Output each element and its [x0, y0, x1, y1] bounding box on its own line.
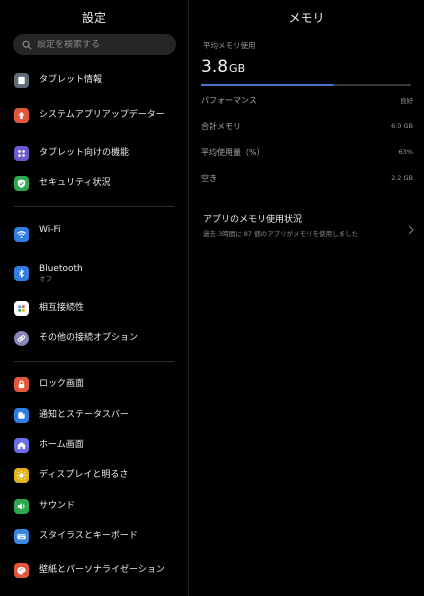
search-icon: [22, 35, 32, 54]
stat-value: 63%: [398, 148, 413, 156]
menu-item-label: ホーム画面: [39, 440, 84, 450]
menu-item-sound[interactable]: サウンド: [14, 494, 184, 518]
menu-item-other-connections[interactable]: その他の接続オプション: [14, 326, 184, 350]
menu-item-label: 壁紙とパーソナライゼーション: [39, 564, 165, 575]
memory-detail-pane: メモリ 平均メモリ使用 3.8GB パフォーマンス 良好 合計メモリ 6.0 G…: [189, 0, 424, 596]
chevron-right-icon: [407, 220, 415, 235]
menu-item-home-screen[interactable]: ホーム画面: [14, 433, 184, 457]
avg-memory-number: 3.8: [201, 57, 229, 77]
speaker-icon: [14, 498, 29, 514]
avg-memory-unit: GB: [229, 62, 246, 75]
app-memory-usage-item[interactable]: アプリのメモリ使用状況 過去 3時間に 87 個のアプリがメモリを使用しました: [203, 212, 415, 242]
memory-usage-bar-fill: [201, 84, 334, 86]
menu-item-stylus-keyboard[interactable]: スタイラスとキーボード: [14, 524, 184, 548]
avg-memory-label: 平均メモリ使用: [203, 41, 256, 50]
menu-item-label: タブレット向けの機能: [39, 148, 130, 158]
app-memory-usage-subtitle: 過去 3時間に 87 個のアプリがメモリを使用しました: [203, 230, 359, 238]
wifi-status: ·: [39, 235, 42, 244]
stat-row-avg-usage: 平均使用量（%） 63%: [201, 145, 413, 159]
menu-item-tablet-features[interactable]: タブレット向けの機能: [14, 141, 184, 165]
section-divider: [14, 361, 174, 362]
menu-item-label: タブレット情報: [39, 75, 103, 85]
menu-item-wifi[interactable]: Wi-Fi ·: [14, 220, 184, 248]
menu-item-label: 相互接続性: [39, 303, 85, 313]
bell-icon: [14, 407, 29, 423]
bluetooth-icon: [14, 265, 29, 281]
stat-row-performance: パフォーマンス 良好: [201, 93, 413, 107]
link-icon: [14, 330, 29, 346]
memory-usage-bar: [201, 84, 411, 86]
search-input[interactable]: [37, 39, 167, 50]
section-divider: [14, 206, 174, 207]
menu-item-lock-screen[interactable]: ロック画面: [14, 372, 184, 396]
menu-item-label: ディスプレイと明るさ: [39, 470, 129, 480]
stat-label: 空き: [201, 173, 217, 183]
menu-item-label: サウンド: [39, 501, 76, 511]
menu-item-system-update[interactable]: システムアプリアップデーター: [14, 98, 184, 132]
bluetooth-status: オフ: [39, 274, 52, 283]
wifi-icon: [14, 226, 29, 242]
stat-value: 6.0 GB: [391, 122, 413, 130]
stat-value: 2.2 GB: [391, 174, 413, 182]
menu-item-label: その他の接続オプション: [39, 333, 139, 343]
palette-icon: [14, 562, 29, 578]
shield-icon: [14, 175, 29, 191]
menu-item-bluetooth[interactable]: Bluetooth オフ: [14, 259, 184, 287]
lock-icon: [14, 376, 29, 392]
menu-item-label: セキュリティ状況: [39, 178, 111, 188]
stat-row-total-memory: 合計メモリ 6.0 GB: [201, 119, 413, 133]
memory-title: メモリ: [288, 11, 325, 25]
dots-icon: [14, 300, 29, 316]
stat-label: 合計メモリ: [201, 121, 241, 131]
menu-item-security[interactable]: セキュリティ状況: [14, 171, 184, 195]
menu-item-label: システムアプリアップデーター: [39, 109, 165, 120]
settings-list-pane: 設定 タブレット情報 システムアプリアップデーター タブレット向けの機能 セキュ…: [0, 0, 188, 596]
avg-memory-value: 3.8GB: [201, 57, 245, 77]
arrow-up-icon: [14, 107, 29, 123]
stat-row-free: 空き 2.2 GB: [201, 171, 413, 185]
stat-value: 良好: [400, 97, 413, 105]
sun-icon: [14, 467, 29, 483]
home-icon: [14, 437, 29, 453]
stat-label: パフォーマンス: [201, 95, 257, 105]
keyboard-icon: [14, 528, 29, 544]
menu-item-label: Wi-Fi: [39, 224, 61, 235]
menu-item-label: ロック画面: [39, 379, 85, 389]
search-bar[interactable]: [13, 34, 176, 55]
app-memory-usage-title: アプリのメモリ使用状況: [203, 215, 303, 225]
menu-item-display[interactable]: ディスプレイと明るさ: [14, 463, 184, 487]
menu-item-interconnect[interactable]: 相互接続性: [14, 296, 184, 320]
menu-item-wallpaper[interactable]: 壁紙とパーソナライゼーション: [14, 555, 184, 585]
menu-item-label: スタイラスとキーボード: [39, 531, 138, 541]
menu-item-label: Bluetooth: [39, 263, 83, 274]
tablet-icon: [14, 72, 29, 88]
stat-label: 平均使用量（%）: [201, 147, 265, 157]
settings-title: 設定: [81, 11, 106, 25]
menu-item-label: 通知とステータスバー: [39, 410, 130, 420]
grid-icon: [14, 145, 29, 161]
menu-item-notifications[interactable]: 通知とステータスバー: [14, 403, 184, 427]
menu-item-tablet-info[interactable]: タブレット情報: [14, 68, 184, 92]
